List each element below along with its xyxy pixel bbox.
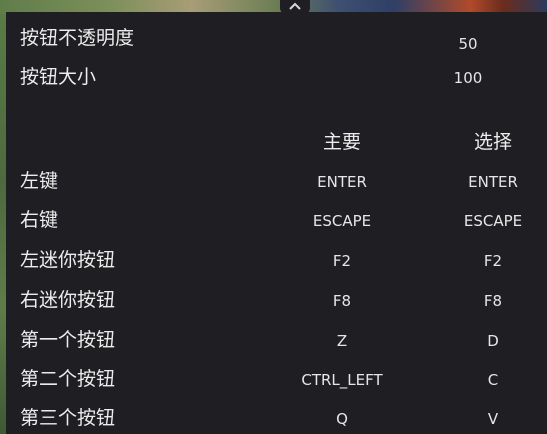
mapping-row-label: 右迷你按钮 <box>20 289 116 311</box>
opacity-label: 按钮不透明度 <box>20 27 135 49</box>
primary-key-button[interactable]: Z <box>337 332 347 350</box>
alternate-key-button[interactable]: ENTER <box>468 173 518 191</box>
mapping-row-label: 第二个按钮 <box>20 368 116 390</box>
collapse-panel-button[interactable] <box>280 0 310 14</box>
mapping-row: 右迷你按钮 F8 F8 <box>6 280 547 320</box>
primary-key-button[interactable]: Q <box>336 410 348 428</box>
mapping-row: 第二个按钮 CTRL_LEFT C <box>6 359 547 399</box>
size-value[interactable]: 100 <box>454 69 483 87</box>
chevron-up-icon <box>287 0 303 12</box>
alternate-key-button[interactable]: F2 <box>484 252 502 270</box>
opacity-setting-row[interactable]: 按钮不透明度 50 <box>6 18 547 58</box>
primary-key-button[interactable]: F8 <box>333 292 351 310</box>
mapping-row: 右键 ESCAPE ESCAPE <box>6 201 547 241</box>
mapping-row-label: 第一个按钮 <box>20 329 116 351</box>
alternate-key-button[interactable]: C <box>488 371 498 389</box>
mapping-row: 第三个按钮 Q V <box>6 398 547 434</box>
primary-key-button[interactable]: ENTER <box>317 173 367 191</box>
primary-key-button[interactable]: CTRL_LEFT <box>301 371 382 389</box>
controls-settings-panel: 按钮不透明度 50 按钮大小 100 主要 选择 左键 ENTER ENTER … <box>6 12 547 434</box>
mapping-row-label: 第三个按钮 <box>20 407 116 429</box>
primary-key-button[interactable]: ESCAPE <box>313 212 371 230</box>
alternate-key-button[interactable]: F8 <box>484 292 502 310</box>
primary-key-button[interactable]: F2 <box>333 252 351 270</box>
alternate-key-button[interactable]: ESCAPE <box>464 212 522 230</box>
mapping-row-label: 左迷你按钮 <box>20 249 116 271</box>
mapping-row-label: 右键 <box>20 209 59 231</box>
size-setting-row[interactable]: 按钮大小 100 <box>6 57 547 97</box>
opacity-value[interactable]: 50 <box>458 35 477 53</box>
mapping-row: 左迷你按钮 F2 F2 <box>6 240 547 280</box>
alternate-key-button[interactable]: V <box>488 410 498 428</box>
column-header-primary: 主要 <box>322 131 362 153</box>
mapping-row: 左键 ENTER ENTER <box>6 162 547 202</box>
column-header-alternate: 选择 <box>473 131 513 153</box>
mapping-row: 第一个按钮 Z D <box>6 320 547 360</box>
alternate-key-button[interactable]: D <box>487 332 499 350</box>
mapping-row-label: 左键 <box>20 170 59 192</box>
size-label: 按钮大小 <box>20 66 97 88</box>
